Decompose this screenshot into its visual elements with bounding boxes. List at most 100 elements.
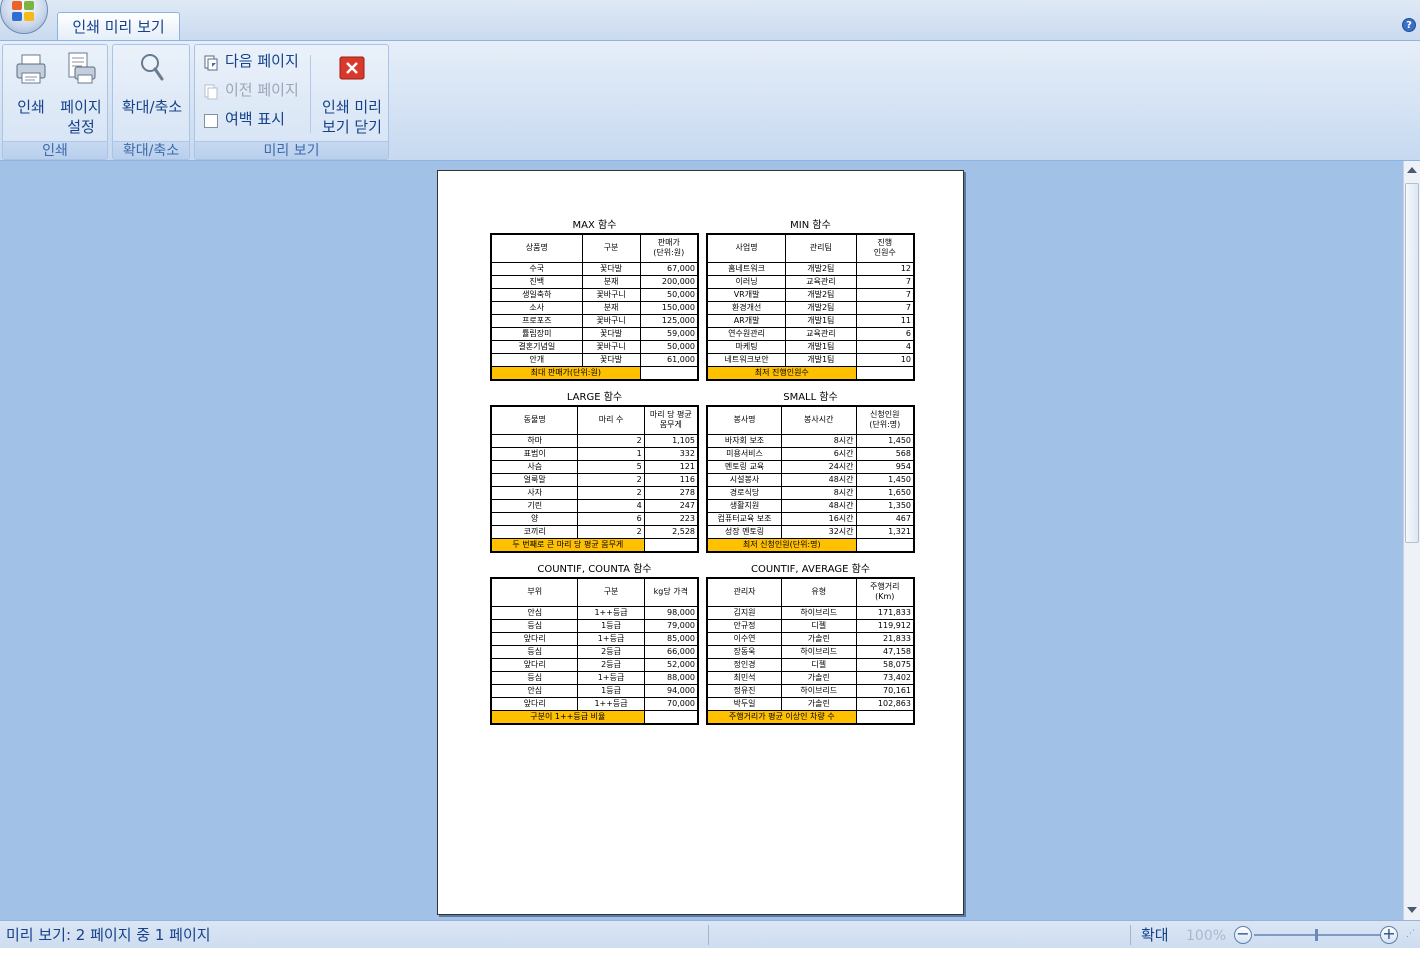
table-cell: 정인경 — [706, 658, 783, 672]
table-cell: 5 — [577, 460, 645, 474]
table-row: 성장 멘토링 32시간 1,321 — [706, 525, 915, 539]
show-margins-checkbox[interactable]: 여백 표시 — [203, 107, 285, 131]
scroll-down-icon[interactable] — [1407, 907, 1417, 913]
table-title: SMALL 함수 — [783, 392, 838, 403]
table-cell: 사슴 — [490, 460, 579, 474]
table-cell: 61,000 — [639, 353, 699, 367]
table-cell: 2,528 — [643, 525, 699, 539]
table-cell: 102,863 — [855, 697, 915, 711]
table-cell: 1등급 — [577, 684, 645, 698]
table-cell: 컴퓨터교육 보조 — [706, 512, 783, 526]
table-row: AR개발 개발1팀 11 — [706, 314, 915, 328]
zoom-button[interactable]: 확대/축소 — [115, 49, 189, 117]
zoom-group-caption: 확대/축소 — [113, 141, 189, 159]
zoom-in-button[interactable]: + — [1380, 926, 1398, 944]
table-row: 프로포즈 꽃바구니 125,000 — [490, 314, 699, 328]
table-cell: AR개발 — [706, 314, 787, 328]
table-cell: 278 — [643, 486, 699, 500]
table-cell: 1,321 — [855, 525, 915, 539]
table-row: 생일축하 꽃바구니 50,000 — [490, 288, 699, 302]
table-row: 튤립장미 꽃다발 59,000 — [490, 327, 699, 341]
table-cell: 개발1팀 — [785, 353, 857, 367]
table-cell: 47,158 — [855, 645, 915, 659]
table-title: COUNTIF, AVERAGE 함수 — [750, 564, 871, 575]
table-row: 홈네트워크 개발2팀 12 — [706, 262, 915, 276]
table-cell: 4 — [577, 499, 645, 513]
zoom-percent[interactable]: 100% — [1186, 925, 1226, 947]
table-cell: 안규정 — [706, 619, 783, 633]
next-page-button[interactable]: 다음 페이지 — [203, 49, 299, 73]
table-cell: 개발1팀 — [785, 340, 857, 354]
table-cell: 개발2팀 — [785, 288, 857, 302]
table-cell: 2 — [577, 434, 645, 448]
table-cell: 32시간 — [781, 525, 857, 539]
table-cell: 954 — [855, 460, 915, 474]
help-icon[interactable]: ? — [1402, 18, 1416, 32]
table-row: 정인경 디젤 58,075 — [706, 658, 915, 672]
table-cell: 얼룩말 — [490, 473, 579, 487]
table-cell: 정유진 — [706, 684, 783, 698]
table-cell: 1,450 — [855, 434, 915, 448]
table-row: 하마 2 1,105 — [490, 434, 699, 448]
table-row: VR개발 개발2팀 7 — [706, 288, 915, 302]
table-row: 마케팅 개발1팀 4 — [706, 340, 915, 354]
table-cell: 223 — [643, 512, 699, 526]
scroll-thumb[interactable] — [1405, 183, 1419, 543]
table-cell: 247 — [643, 499, 699, 513]
scroll-up-icon[interactable] — [1407, 167, 1417, 173]
table-cell: 2등급 — [577, 645, 645, 659]
data-table: 부위 구분 kg당 가격 안심 1++등급 98,000 등심 1등급 79,000 앞다리 1+등… — [490, 577, 699, 725]
table-cell: 분재 — [581, 301, 641, 315]
table-cell: 94,000 — [643, 684, 699, 698]
table-cell: 67,000 — [639, 262, 699, 276]
column-header: 판매가 (단위:원) — [639, 233, 699, 263]
table-cell: 표범이 — [490, 447, 579, 461]
table-cell: 경로식당 — [706, 486, 783, 500]
table-cell: 진백 — [490, 275, 583, 289]
next-page-label: 다음 페이지 — [225, 52, 299, 70]
table-cell: 튤립장미 — [490, 327, 583, 341]
table-row: 안규정 디젤 119,912 — [706, 619, 915, 633]
resize-grip-icon[interactable]: ⋰ — [1406, 930, 1418, 943]
table-row: 등심 1+등급 88,000 — [490, 671, 699, 685]
zoom-out-button[interactable]: − — [1234, 926, 1252, 944]
tab-print-preview[interactable]: 인쇄 미리 보기 — [57, 12, 180, 43]
table-row: 네트워크보안 개발1팀 10 — [706, 353, 915, 367]
table-cell: 김지원 — [706, 606, 783, 620]
table-cell: 꽃다발 — [581, 327, 641, 341]
summary-label: 최저 신청인원(단위:명) — [706, 538, 857, 553]
table-cell: 사자 — [490, 486, 579, 500]
table-row: 사자 2 278 — [490, 486, 699, 500]
table-cell: 48시간 — [781, 499, 857, 513]
group-divider — [310, 55, 311, 133]
vertical-scrollbar[interactable] — [1403, 161, 1420, 920]
table-cell: 88,000 — [643, 671, 699, 685]
table-cell: 16시간 — [781, 512, 857, 526]
summary-value — [643, 710, 699, 725]
table-cell: 98,000 — [643, 606, 699, 620]
next-page-icon — [203, 54, 219, 70]
zoom-slider-thumb[interactable] — [1315, 929, 1318, 941]
table-cell: 가솔린 — [781, 671, 857, 685]
table-row: 박두일 가솔린 102,863 — [706, 697, 915, 711]
close-preview-button[interactable]: 인쇄 미리 보기 닫기 — [315, 49, 389, 137]
table-cell: 미용서비스 — [706, 447, 783, 461]
table-title: LARGE 함수 — [566, 392, 623, 403]
print-button[interactable]: 인쇄 — [9, 49, 53, 117]
ribbon: 인쇄 페이지 설정 인쇄 확대/축소 확대/축소 다음 페이지 이전 페이지 여… — [0, 40, 1420, 161]
table-cell: 200,000 — [639, 275, 699, 289]
table-row: 앞다리 1+등급 85,000 — [490, 632, 699, 646]
table-row: 소사 분재 150,000 — [490, 301, 699, 315]
table-cell: 568 — [855, 447, 915, 461]
column-header: 구분 — [577, 577, 645, 607]
zoom-status-label[interactable]: 확대 — [1141, 924, 1169, 946]
table-row: 이러닝 교육관리 7 — [706, 275, 915, 289]
page-setup-button[interactable]: 페이지 설정 — [56, 49, 106, 137]
table-cell: 꽃다발 — [581, 353, 641, 367]
table-row: 바자회 보조 8시간 1,450 — [706, 434, 915, 448]
summary-row: 두 번째로 큰 마리 당 평균 몸무게 — [490, 538, 699, 553]
table-row: 경로식당 8시간 1,650 — [706, 486, 915, 500]
table-cell: 1,105 — [643, 434, 699, 448]
previous-page-button[interactable]: 이전 페이지 — [203, 78, 299, 102]
table-cell: VR개발 — [706, 288, 787, 302]
